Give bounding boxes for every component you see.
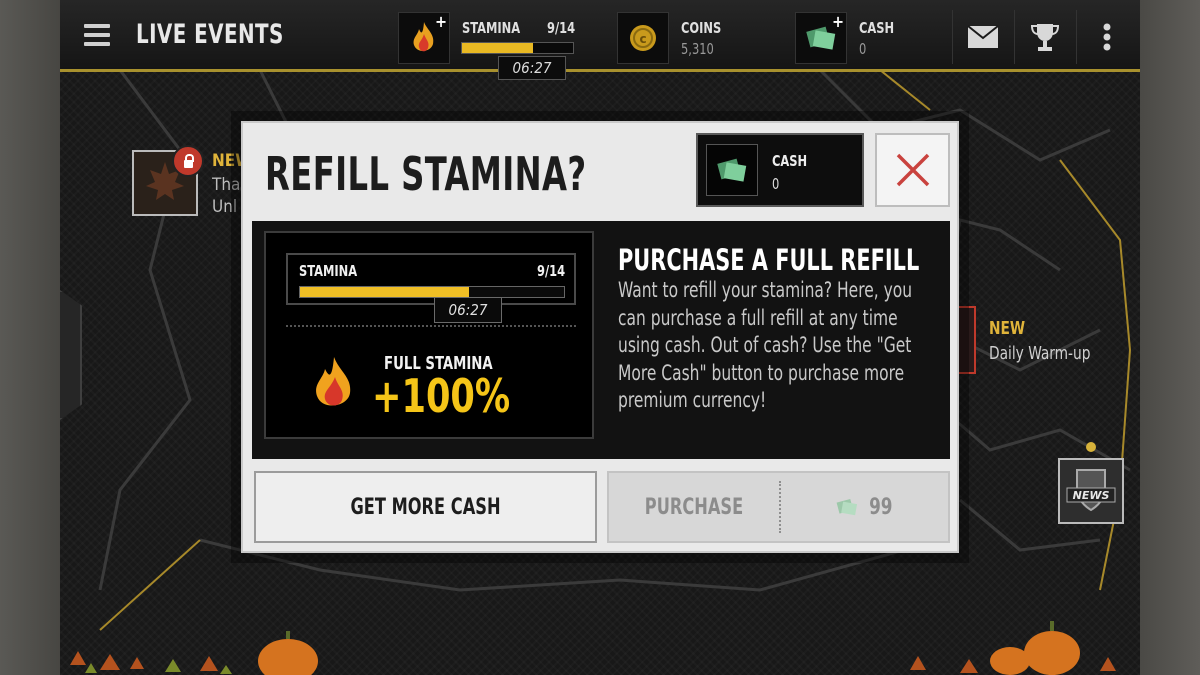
stamina-count: 9/14	[547, 19, 576, 37]
news-label: NEWS	[1073, 489, 1110, 502]
stamina-meter-timer: 06:27	[434, 297, 502, 323]
event-marker-right[interactable]	[956, 306, 976, 374]
event-right-name: Daily Warm-up	[989, 343, 1091, 364]
cash-chip-value: 0	[772, 175, 780, 193]
mail-icon	[966, 25, 999, 48]
event-left-line2: Unl	[212, 197, 238, 217]
page-title: LIVE EVENTS	[136, 19, 284, 50]
cash-chip-label: CASH	[772, 152, 808, 170]
autumn-leaves-right	[910, 621, 1116, 675]
svg-text:c: c	[639, 32, 646, 46]
event-left-line1: Tha	[212, 175, 241, 195]
more-options-button[interactable]	[1076, 10, 1136, 64]
coins-label: COINS	[681, 19, 722, 37]
flame-icon	[316, 357, 351, 406]
stamina-meter-label: STAMINA	[299, 262, 358, 280]
cash-label: CASH	[859, 19, 895, 37]
close-icon	[896, 153, 929, 187]
side-drawer-handle[interactable]	[60, 290, 82, 420]
cash-value: 0	[859, 40, 867, 58]
autumn-leaves-left	[70, 631, 318, 675]
stamina-label: STAMINA	[462, 19, 521, 37]
cash-icon	[836, 499, 858, 516]
stamina-meter-bar	[299, 286, 565, 298]
cash-icon	[717, 158, 747, 182]
info-description: Want to refill your stamina? Here, you c…	[618, 278, 913, 412]
stamina-add-button[interactable]: +	[398, 12, 450, 64]
coin-icon: c	[630, 25, 656, 51]
left-blur-border	[0, 0, 60, 675]
dialog-title: REFILL STAMINA?	[265, 147, 587, 201]
trophy-button[interactable]	[1014, 10, 1074, 64]
purchase-price: 99	[869, 494, 893, 520]
plus-icon: +	[434, 12, 447, 31]
top-bar: LIVE EVENTS + STAMINA 9/14 06:27 c COINS…	[60, 0, 1140, 80]
cash-add-button[interactable]: +	[795, 12, 847, 64]
stamina-preview-card: STAMINA 9/14 06:27 FULL STAMINA +100%	[264, 231, 594, 439]
coins-badge: c	[617, 12, 669, 64]
coins-value: 5,310	[681, 40, 714, 58]
event-right-badge: NEW	[989, 318, 1026, 339]
news-indicator	[1086, 442, 1096, 452]
news-button[interactable]: NEWS	[1058, 458, 1124, 524]
stamina-meter: STAMINA 9/14	[286, 253, 576, 305]
mail-button[interactable]	[952, 10, 1012, 64]
stamina-bonus-percent: +100%	[372, 369, 511, 423]
plus-icon: +	[831, 12, 844, 31]
right-blur-border	[1140, 0, 1200, 675]
stamina-bar	[461, 42, 574, 54]
refill-info-panel: STAMINA 9/14 06:27 FULL STAMINA +100% PU…	[252, 221, 950, 459]
divider	[286, 325, 576, 327]
stamina-meter-fill	[300, 287, 469, 297]
purchase-label-area: PURCHASE	[609, 473, 780, 541]
lock-icon	[172, 145, 204, 177]
refill-stamina-dialog: REFILL STAMINA? CASH 0 STAMINA 9/14 06:2…	[241, 121, 959, 553]
cash-balance: CASH 0	[696, 133, 864, 207]
stamina-bar-fill	[462, 43, 534, 53]
purchase-button[interactable]: PURCHASE 99	[607, 471, 950, 543]
stamina-meter-count: 9/14	[536, 262, 565, 280]
get-more-cash-label: GET MORE CASH	[350, 494, 501, 520]
info-title: PURCHASE A FULL REFILL	[618, 243, 920, 277]
get-more-cash-button[interactable]: GET MORE CASH	[254, 471, 597, 543]
close-button[interactable]	[875, 133, 950, 207]
cash-chip-icon-box	[706, 144, 758, 196]
purchase-label: PURCHASE	[645, 494, 744, 520]
menu-icon[interactable]	[84, 24, 110, 50]
purchase-cost: 99	[781, 473, 949, 541]
nfl-shield-icon: NEWS	[1066, 469, 1116, 512]
kebab-menu-icon	[1103, 23, 1110, 51]
trophy-icon	[1030, 24, 1059, 51]
stamina-timer: 06:27	[498, 56, 566, 80]
